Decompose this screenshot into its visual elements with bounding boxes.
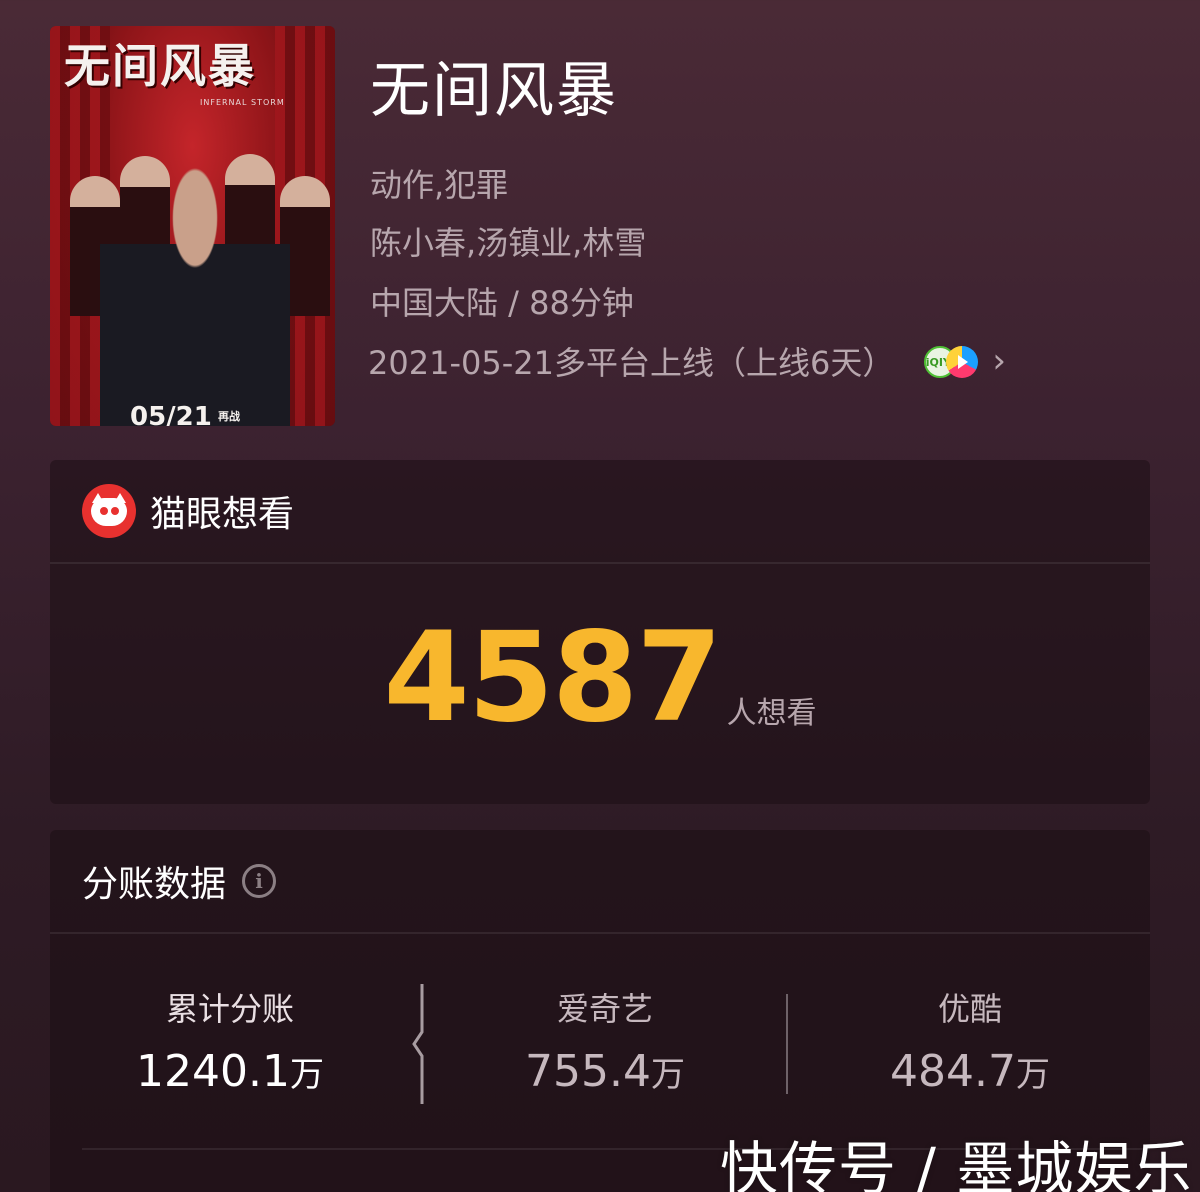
stat-value: 484.7万 (850, 1046, 1090, 1097)
release-info: 2021-05-21多平台上线（上线6天） (368, 344, 895, 382)
info-icon[interactable]: i (242, 864, 277, 898)
watermark-text: 快传号 / 墨城娱乐 (720, 1135, 1193, 1192)
movie-cast: 陈小春,汤镇业,林雪 (370, 224, 647, 262)
stat-value: 755.4万 (480, 1046, 730, 1097)
want-body: 4587 人想看 (50, 564, 1150, 804)
poster-date-tag: 再战 (218, 410, 240, 423)
brace-divider (412, 984, 424, 1104)
want-card-title: 猫眼想看 (150, 494, 295, 535)
stat-total: 累计分账 1240.1万 (110, 984, 350, 1097)
stat-value: 1240.1万 (110, 1046, 350, 1097)
stat-youku: 优酷 484.7万 (850, 984, 1090, 1097)
movie-region-duration: 中国大陆 / 88分钟 (370, 284, 634, 322)
want-card-header: 猫眼想看 (50, 460, 1150, 564)
poster-subtitle: INFERNAL STORM (200, 98, 285, 107)
revenue-card-header: 分账数据 i (50, 830, 1150, 934)
movie-genres: 动作,犯罪 (370, 166, 509, 204)
revenue-stats: 累计分账 1240.1万 爱奇艺 755.4万 优酷 484.7万 (50, 934, 1150, 1134)
want-to-watch-card: 猫眼想看 4587 人想看 (50, 460, 1150, 804)
platform-icons[interactable]: iQIYI (924, 344, 979, 378)
vertical-divider (786, 994, 788, 1094)
chevron-right-icon[interactable]: › (992, 341, 1006, 381)
stat-unit: 万 (289, 1055, 324, 1095)
movie-title: 无间风暴 (370, 56, 618, 126)
revenue-card-title: 分账数据 (82, 864, 227, 905)
stat-unit: 万 (1015, 1055, 1050, 1095)
stat-number: 484.7 (890, 1046, 1016, 1097)
stat-label: 优酷 (937, 990, 1002, 1028)
movie-poster[interactable]: 无间风暴 INFERNAL STORM 05/21 再战 (50, 26, 335, 426)
youku-icon (946, 346, 979, 378)
release-row[interactable]: 2021-05-21多平台上线（上线6天） iQIYI › (368, 338, 1006, 384)
poster-date: 05/21 (130, 402, 212, 426)
stat-number: 1240.1 (136, 1046, 290, 1097)
stat-iqiyi: 爱奇艺 755.4万 (480, 984, 730, 1097)
stat-label: 累计分账 (165, 990, 294, 1028)
stat-unit: 万 (650, 1055, 685, 1095)
want-unit: 人想看 (726, 696, 817, 731)
stat-label: 爱奇艺 (556, 990, 653, 1028)
maoyan-cat-icon (82, 484, 136, 538)
stat-number: 755.4 (525, 1046, 651, 1097)
poster-main-figure (100, 166, 290, 426)
poster-title: 无间风暴 (64, 39, 256, 93)
want-count: 4587 (383, 606, 722, 750)
